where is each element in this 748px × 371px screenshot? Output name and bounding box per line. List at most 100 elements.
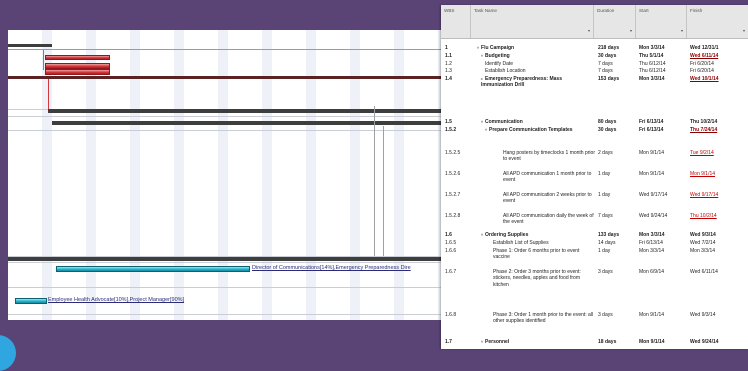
row-duration: 1 day [598, 171, 611, 177]
row-divider [8, 314, 445, 315]
row-finish: Wed 12/31/1 [690, 45, 719, 51]
collapse-toggle-icon[interactable]: ▿ [481, 119, 483, 124]
gantt-summary-bar[interactable] [8, 257, 445, 261]
row-task-name: Identify Date [485, 61, 514, 67]
collapse-toggle-icon[interactable]: ▿ [481, 339, 483, 344]
row-task-name: Phase 2: Order 3 months prior to event: … [493, 269, 581, 288]
row-task-name: Establish Location [485, 68, 526, 74]
row-finish: Mon 9/1/14 [690, 171, 716, 177]
row-duration: 2 days [598, 150, 613, 156]
column-header-duration-label: Duration [597, 8, 615, 13]
row-duration: 7 days [598, 213, 613, 219]
row-task-name: Emergency Preparedness: Mass Immunizatio… [481, 76, 562, 89]
row-divider [8, 287, 445, 288]
gantt-task-bar[interactable] [15, 298, 47, 304]
row-finish: Wed 9/3/14 [690, 312, 716, 318]
row-divider [8, 116, 445, 117]
row-start: Wed 9/17/14 [639, 192, 668, 198]
gantt-summary-bar[interactable] [8, 44, 52, 47]
column-header-duration[interactable]: Duration ▾ [594, 5, 636, 38]
row-start: Mon 3/3/14 [639, 248, 665, 254]
gantt-resource-label: Employee Health Advocate[10%],Project Ma… [48, 297, 185, 303]
collapse-toggle-icon[interactable]: ▿ [485, 127, 487, 132]
dropdown-arrow-icon[interactable]: ▾ [681, 28, 683, 33]
dropdown-arrow-icon[interactable]: ▾ [743, 28, 745, 33]
row-finish: Thu 10/2/14 [690, 213, 717, 219]
row-task-name: Personnel [485, 339, 510, 345]
gantt-summary-bar[interactable] [48, 109, 445, 113]
row-finish: Thu 10/2/14 [690, 119, 718, 125]
row-finish: Tue 9/2/14 [690, 150, 714, 156]
row-wbs: 1.6.6 [445, 248, 457, 254]
gantt-chart-panel[interactable]: Director of Communications[14%],Emergenc… [8, 30, 445, 320]
row-finish: Wed 6/11/14 [690, 53, 719, 59]
gantt-summary-bar[interactable] [8, 76, 445, 79]
row-task-name: Communication [485, 119, 523, 125]
row-wbs: 1.5 [445, 119, 452, 125]
weekend-stripe [306, 30, 316, 320]
row-finish: Wed 10/1/14 [690, 76, 719, 82]
row-finish: Wed 6/11/14 [690, 269, 718, 275]
gantt-task-bar[interactable] [56, 266, 250, 272]
row-finish: Thu 7/24/14 [690, 127, 718, 133]
row-finish: Fri 6/20/14 [690, 68, 714, 74]
column-header-finish-label: Finish [690, 8, 703, 13]
row-finish: Fri 6/20/14 [690, 61, 714, 67]
table-header: WBS Task Name ▾ Duration ▾ Start ▾ Finis… [441, 5, 748, 39]
gantt-summary-bar[interactable] [52, 121, 445, 125]
row-wbs: 1 [445, 45, 448, 51]
gantt-connector [383, 126, 384, 256]
row-start: Thu 6/12/14 [639, 68, 666, 74]
row-wbs: 1.3 [445, 68, 452, 74]
dropdown-arrow-icon[interactable]: ▾ [630, 28, 632, 33]
expand-toggle-icon[interactable]: ▹ [481, 76, 483, 81]
gantt-connector [374, 106, 375, 256]
column-header-finish[interactable]: Finish ▾ [687, 5, 748, 38]
row-wbs: 1.6.5 [445, 240, 457, 246]
row-task-name: Establish List of Supplies [493, 240, 549, 246]
gantt-summary-line [8, 49, 445, 50]
row-start: Wed 9/24/14 [639, 213, 668, 219]
row-start: Fri 6/13/14 [639, 240, 663, 246]
collapse-toggle-icon[interactable]: ▿ [481, 53, 483, 58]
row-start: Mon 9/1/14 [639, 171, 665, 177]
weekend-stripe [350, 30, 360, 320]
row-duration: 3 days [598, 312, 613, 318]
row-duration: 14 days [598, 240, 616, 246]
row-wbs: 1.5.2.7 [445, 192, 461, 198]
row-duration: 80 days [598, 119, 617, 125]
row-duration: 1 day [598, 248, 611, 254]
gantt-critical-bar[interactable] [45, 69, 110, 75]
row-divider [8, 130, 445, 131]
row-wbs: 1.6.8 [445, 312, 457, 318]
row-duration: 7 days [598, 61, 613, 67]
row-start: Thu 6/12/14 [639, 61, 666, 67]
column-header-wbs[interactable]: WBS [441, 5, 471, 38]
dropdown-arrow-icon[interactable]: ▾ [588, 28, 590, 33]
row-wbs: 1.5.2 [445, 127, 457, 133]
column-header-start[interactable]: Start ▾ [636, 5, 687, 38]
row-start: Mon 9/1/14 [639, 312, 665, 318]
row-duration: 30 days [598, 53, 617, 59]
row-wbs: 1.4 [445, 76, 452, 82]
row-finish: Wed 9/3/14 [690, 232, 716, 238]
row-wbs: 1.5.2.5 [445, 150, 461, 156]
row-task-name: All APD communication 2 weeks prior to e… [503, 192, 592, 205]
weekend-stripe [218, 30, 228, 320]
row-wbs: 1.1 [445, 53, 452, 59]
collapse-toggle-icon[interactable]: ▿ [481, 232, 483, 237]
row-wbs: 1.5.2.8 [445, 213, 461, 219]
column-header-task-name[interactable]: Task Name ▾ [471, 5, 594, 38]
collapse-toggle-icon[interactable]: ▿ [477, 45, 479, 50]
weekend-stripe [262, 30, 272, 320]
row-start: Fri 6/13/14 [639, 127, 664, 133]
row-task-name: Hang posters by timeclocks 1 month prior… [503, 150, 595, 163]
gantt-critical-bar[interactable] [45, 55, 110, 60]
gantt-connector [48, 79, 49, 109]
row-start: Mon 6/9/14 [639, 269, 665, 275]
row-task-name: Phase 1: Order 6 months prior to event v… [493, 248, 580, 261]
row-finish: Mon 3/3/14 [690, 248, 716, 254]
row-duration: 3 days [598, 269, 613, 275]
decorative-circle [0, 335, 16, 371]
weekend-stripe [394, 30, 404, 320]
